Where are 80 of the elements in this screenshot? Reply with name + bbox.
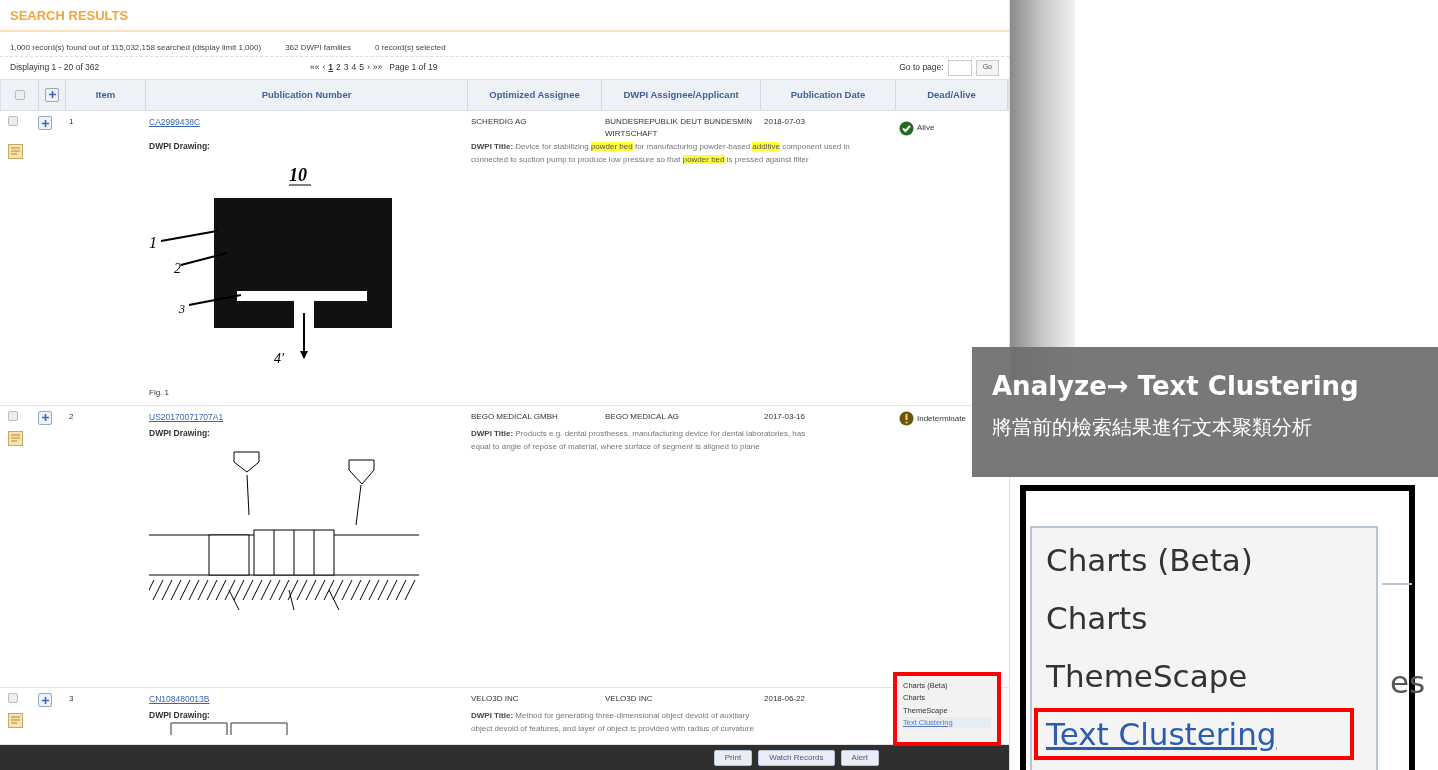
first-page-link[interactable]: «« <box>310 61 320 74</box>
date-text: 2018-06-22 <box>764 694 805 704</box>
page-info: Page 1 of 19 <box>389 61 438 74</box>
title-text: equal to angle of repose of material, where surface of segment is aligned to plane <box>471 441 760 451</box>
footer-button[interactable]: Alert <box>840 749 879 766</box>
title-text: Method for generating three-dimensional object devoid of auxiliary <box>514 711 750 721</box>
prev-page-link[interactable]: ‹ <box>322 61 326 74</box>
page-link[interactable]: 1 <box>328 61 334 74</box>
page-link[interactable]: 3 <box>343 61 349 74</box>
goto-label: Go to page: <box>899 61 944 74</box>
callout-title: Analyze→ Text Clustering <box>992 370 1360 403</box>
section-title: SEARCH RESULTS <box>0 0 1009 32</box>
publication-link[interactable]: CN108480013B <box>149 694 210 705</box>
column-header: Dead/Alive <box>927 87 976 102</box>
title-text: connected to suction pump to produce low pressure so that powder bed is pressed against filter <box>471 155 809 165</box>
check-icon <box>899 120 914 136</box>
summary-text: 362 DWPI families <box>285 41 351 54</box>
drawing-label: DWPI Drawing: <box>149 709 211 722</box>
date-text: 2017-03-16 <box>764 411 805 421</box>
page-input[interactable] <box>947 59 972 76</box>
column-header: Item <box>95 87 116 102</box>
menu-item[interactable]: Charts (Beta) <box>1046 536 1376 584</box>
status-text: Indeterminate <box>917 412 966 425</box>
last-page-link[interactable]: »» <box>372 61 383 74</box>
summary-text: 1,000 record(s) found out of 115,032,158 searched (display limit 1,000) <box>10 41 262 54</box>
plus-icon <box>47 90 57 100</box>
expand-button[interactable] <box>38 116 52 131</box>
summary-text: 0 record(s) selected <box>374 41 446 54</box>
next-page-link[interactable]: › <box>367 61 370 74</box>
checkbox[interactable] <box>8 410 18 421</box>
date-text: 2018-07-03 <box>764 117 805 127</box>
assignee-text: SCHERDIG AG <box>471 117 527 127</box>
title-label: DWPI Title: <box>471 711 514 721</box>
assignee-text: VELO3D INC <box>605 694 653 704</box>
page-link[interactable]: 5 <box>359 61 364 74</box>
plus-icon <box>40 118 50 128</box>
title-label: DWPI Title: <box>471 142 514 152</box>
column-header: DWPI Assignee/Applicant <box>623 87 739 102</box>
title-text: Products e.g. dental prostheses, manufacturing device for dental laboratories, has <box>514 428 806 438</box>
callout-subtitle: 將當前的檢索結果進行文本聚類分析 <box>992 414 1313 441</box>
checkbox[interactable] <box>14 89 25 100</box>
footer-button[interactable]: Print <box>713 749 753 766</box>
assignee-text: BEGO MEDICAL AG <box>605 411 679 421</box>
title-text: Device for stabilizing powder bed for manufacturing powder-based additive component used in <box>514 142 850 152</box>
plus-icon <box>40 413 50 423</box>
drawing-label: DWPI Drawing: <box>149 140 211 154</box>
publication-link[interactable]: CA2999438C <box>149 117 201 128</box>
item-number: 3 <box>69 694 74 704</box>
page-link[interactable]: 2 <box>336 61 341 74</box>
item-number: 2 <box>69 411 74 421</box>
item-number: 1 <box>69 117 74 127</box>
note-icon[interactable] <box>8 713 23 729</box>
displaying-text: Displaying 1 - 20 of 362 <box>10 61 101 74</box>
checkbox[interactable] <box>8 693 18 704</box>
footer-button[interactable]: Watch Records <box>758 749 835 766</box>
note-icon[interactable] <box>8 430 23 446</box>
menu-item[interactable]: Text Clustering <box>1036 710 1352 758</box>
publication-link[interactable]: US20170071707A1 <box>149 411 224 422</box>
plus-icon <box>40 695 50 705</box>
menu-item[interactable]: ThemeScape <box>1046 652 1376 700</box>
expand-button[interactable] <box>38 410 52 425</box>
checkbox[interactable] <box>8 116 18 127</box>
figure-caption: Fig. 1 <box>149 387 170 400</box>
note-icon[interactable] <box>8 144 23 160</box>
patent-drawing: 10 1 2 3 4' <box>149 153 419 384</box>
column-header: Optimized Assignee <box>489 87 580 102</box>
title-text: object devoid of features, and layer of object is provided with radius of curvature <box>471 724 754 734</box>
column-header: Publication Date <box>790 87 866 102</box>
assignee-text: VELO3D INC <box>471 694 519 704</box>
expand-button[interactable] <box>38 693 52 708</box>
menu-item[interactable]: Charts <box>1046 594 1376 642</box>
assignee-text: BUNDESREPUBLIK DEUT BUNDESMIN WIRTSCHAFT <box>605 117 752 139</box>
status-text: Alive <box>917 122 935 135</box>
assignee-text: BEGO MEDICAL GMBH <box>471 411 558 421</box>
page-link[interactable]: 4 <box>351 61 357 74</box>
exclamation-icon <box>899 411 914 427</box>
expand-button[interactable] <box>45 87 59 102</box>
drawing-label: DWPI Drawing: <box>149 426 211 440</box>
title-label: DWPI Title: <box>471 428 514 438</box>
column-header: Publication Number <box>261 87 352 102</box>
